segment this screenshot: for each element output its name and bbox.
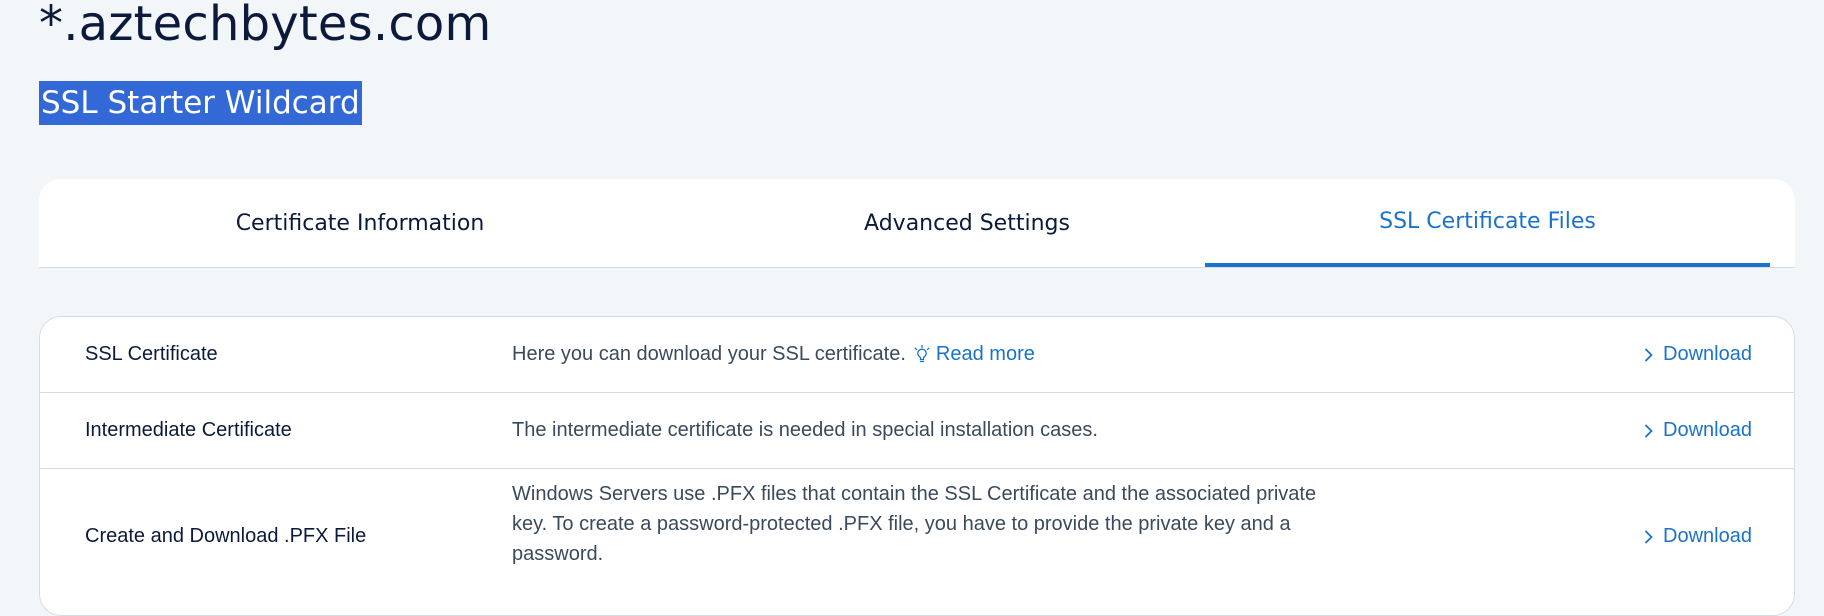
file-row-intermediate-certificate: Intermediate Certificate The intermediat… xyxy=(40,393,1794,469)
tab-advanced-settings[interactable]: Advanced Settings xyxy=(681,179,1253,268)
download-label: Download xyxy=(1663,525,1752,547)
download-intermediate-certificate-button[interactable]: Download xyxy=(1643,393,1752,468)
tab-certificate-information[interactable]: Certificate Information xyxy=(39,179,681,268)
read-more-link[interactable]: Read more xyxy=(914,343,1035,366)
tab-ssl-certificate-files[interactable]: SSL Certificate Files xyxy=(1205,179,1770,267)
chevron-right-icon xyxy=(1645,424,1653,437)
file-description: Windows Servers use .PFX files that cont… xyxy=(512,483,1317,565)
ssl-certificate-page: *.aztechbytes.com SSL Starter Wildcard C… xyxy=(0,0,1824,616)
file-name: Intermediate Certificate xyxy=(85,419,292,441)
domain-title: *.aztechbytes.com xyxy=(39,0,492,52)
download-label: Download xyxy=(1663,419,1752,441)
file-description-text: The intermediate certificate is needed i… xyxy=(512,419,1098,441)
file-row-pfx-file: Create and Download .PFX File Windows Se… xyxy=(40,469,1794,615)
chevron-right-icon xyxy=(1645,530,1653,543)
product-name: SSL Starter Wildcard xyxy=(39,81,362,125)
tab-bar: Certificate Information Advanced Setting… xyxy=(39,179,1795,268)
file-description: Here you can download your SSL certifica… xyxy=(512,317,1035,392)
certificate-files-list: SSL Certificate Here you can download yo… xyxy=(39,316,1795,616)
file-name: Create and Download .PFX File xyxy=(85,525,367,547)
chevron-right-icon xyxy=(1645,348,1653,361)
file-description: The intermediate certificate is needed i… xyxy=(512,393,1098,468)
download-pfx-file-button[interactable]: Download xyxy=(1643,469,1752,604)
lightbulb-icon xyxy=(914,344,930,362)
file-row-ssl-certificate: SSL Certificate Here you can download yo… xyxy=(40,317,1794,393)
file-name: SSL Certificate xyxy=(85,343,218,365)
download-label: Download xyxy=(1663,343,1752,365)
read-more-label: Read more xyxy=(935,343,1035,365)
file-description-text: Here you can download your SSL certifica… xyxy=(512,343,906,365)
download-ssl-certificate-button[interactable]: Download xyxy=(1643,317,1752,392)
